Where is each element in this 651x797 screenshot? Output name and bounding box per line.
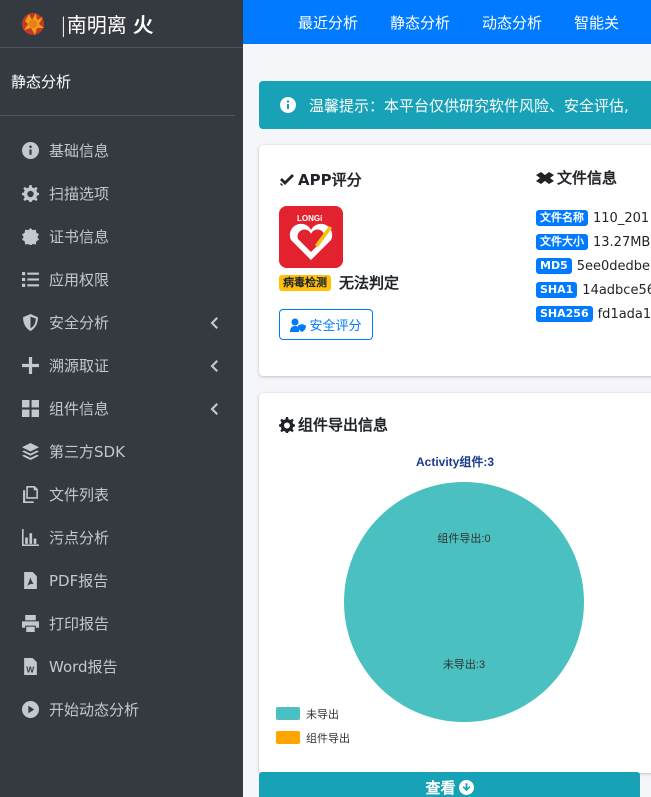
topnav-recent-analysis[interactable]: 最近分析 xyxy=(298,12,358,33)
md5-value: 5ee0dedbe7 xyxy=(576,258,651,274)
security-score-button[interactable]: 安全评分 xyxy=(279,309,373,340)
chevron-left-icon[interactable] xyxy=(209,315,219,329)
legend-swatch-2 xyxy=(276,731,300,744)
info-circle-icon xyxy=(21,142,39,160)
pie-label-exported: 组件导出:0 xyxy=(437,531,490,545)
sidebar-section-title: 静态分析 xyxy=(0,48,235,116)
notice-text: 温馨提示：本平台仅供研究软件风险、安全评估, xyxy=(309,96,629,115)
sidebar-item-label: 组件信息 xyxy=(49,400,110,418)
shield-icon xyxy=(21,314,39,332)
sidebar-item-3[interactable]: 证书信息 xyxy=(0,215,243,258)
grid-icon xyxy=(21,400,39,418)
pdf-file-icon xyxy=(21,572,39,590)
bar-chart-icon xyxy=(21,529,39,547)
sidebar-item-5[interactable]: 安全分析 xyxy=(0,301,243,344)
topnav-static-analysis[interactable]: 静态分析 xyxy=(390,12,450,33)
gear-icon xyxy=(21,185,39,203)
file-info-row: 文件大小 13.27MB xyxy=(536,234,650,250)
chevron-left-icon[interactable] xyxy=(209,401,219,415)
sidebar-item-9[interactable]: 文件列表 xyxy=(0,473,243,516)
legend-label-1: 未导出 xyxy=(306,707,339,721)
file-size-key: 文件大小 xyxy=(536,234,588,250)
pie-slice-1 xyxy=(344,482,584,722)
list-icon xyxy=(21,271,39,289)
sidebar-item-label: 溯源取证 xyxy=(49,357,110,375)
pie-label-not-exported: 未导出:3 xyxy=(443,657,485,671)
virus-verdict: 无法判定 xyxy=(339,274,400,292)
user-shield-icon xyxy=(290,318,307,332)
brand[interactable]: |南明离 火 xyxy=(0,0,243,48)
sha1-key: SHA1 xyxy=(536,282,578,298)
sidebar-item-4[interactable]: 应用权限 xyxy=(0,258,243,301)
top-navbar: 最近分析 静态分析 动态分析 智能关 xyxy=(243,0,651,44)
sidebar-item-10[interactable]: 污点分析 xyxy=(0,516,243,559)
sidebar-item-6[interactable]: 溯源取证 xyxy=(0,344,243,387)
plus-icon xyxy=(21,357,39,375)
word-file-icon: W xyxy=(21,658,39,676)
sidebar-item-label: 开始动态分析 xyxy=(49,701,140,719)
legend-label-2: 组件导出 xyxy=(306,731,350,745)
sidebar-item-2[interactable]: 扫描选项 xyxy=(0,172,243,215)
sidebar-item-label: 打印报告 xyxy=(49,615,110,633)
component-export-card: 组件导出信息 Activity组件:3 组件导出:0 未导出:3 未导出 组件导出 xyxy=(259,393,651,773)
sha256-value: fd1ada1d xyxy=(597,306,651,322)
sidebar-item-label: 证书信息 xyxy=(49,228,110,246)
svg-text:W: W xyxy=(26,664,35,674)
sidebar-item-label: 污点分析 xyxy=(49,529,110,547)
sidebar-item-11[interactable]: PDF报告 xyxy=(0,559,243,602)
sidebar-item-label: PDF报告 xyxy=(49,572,109,590)
sidebar-item-7[interactable]: 组件信息 xyxy=(0,387,243,430)
sidebar-item-13[interactable]: W Word报告 xyxy=(0,645,243,688)
view-button[interactable]: 查看 xyxy=(259,772,640,797)
brand-name: |南明离 火 xyxy=(60,13,154,37)
legend-swatch-1 xyxy=(276,707,300,720)
sidebar-item-12[interactable]: 打印报告 xyxy=(0,602,243,645)
notice-alert: 温馨提示：本平台仅供研究软件风险、安全评估, xyxy=(259,81,651,129)
sha256-key: SHA256 xyxy=(536,306,593,322)
sidebar-nav: 基础信息扫描选项证书信息应用权限安全分析溯源取证组件信息第三方SDK 文件列表污点… xyxy=(0,116,243,731)
file-info-title: 文件信息 xyxy=(536,167,617,188)
file-name-value: 110_201 xyxy=(593,210,650,226)
printer-icon xyxy=(21,615,39,633)
sidebar-item-label: 安全分析 xyxy=(49,314,110,332)
file-name-key: 文件名称 xyxy=(536,210,588,226)
file-info-row: SHA1 14adbce567 xyxy=(536,282,651,298)
sidebar-item-label: Word报告 xyxy=(49,658,118,676)
sidebar-item-14[interactable]: 开始动态分析 xyxy=(0,688,243,731)
check-double-icon xyxy=(280,173,294,186)
sidebar-item-1[interactable]: 基础信息 xyxy=(0,129,243,172)
sidebar-item-label: 扫描选项 xyxy=(49,185,110,203)
layers-icon xyxy=(21,443,39,461)
certificate-icon xyxy=(21,228,39,246)
file-info-row: 文件名称 110_201 xyxy=(536,210,649,226)
sidebar: |南明离 火 静态分析 基础信息扫描选项证书信息应用权限安全分析溯源取证组件信息… xyxy=(0,0,243,797)
sidebar-item-label: 第三方SDK xyxy=(49,443,125,461)
app-logo: LONGi xyxy=(279,206,343,268)
play-circle-icon xyxy=(21,701,39,719)
component-export-pie-chart: Activity组件:3 组件导出:0 未导出:3 未导出组件导出 xyxy=(276,454,584,745)
file-info-row: MD5 5ee0dedbe7 xyxy=(536,258,651,274)
chart-title: Activity组件:3 xyxy=(416,454,494,469)
file-size-value: 13.27MB xyxy=(593,234,651,250)
copy-icon xyxy=(21,486,39,504)
svg-text:LONGi: LONGi xyxy=(297,214,322,223)
sidebar-item-8[interactable]: 第三方SDK xyxy=(0,430,243,473)
md5-key: MD5 xyxy=(536,258,572,274)
chevron-left-icon[interactable] xyxy=(209,358,219,372)
app-score-card: APP评分 LONGi 病毒检测 无法判定 安全评分 文件信息 文件名称 110… xyxy=(259,145,651,376)
topnav-dynamic-analysis[interactable]: 动态分析 xyxy=(482,12,542,33)
box-open-icon xyxy=(536,171,554,184)
app-score-title: APP评分 xyxy=(279,169,362,190)
file-info-row: SHA256 fd1ada1d xyxy=(536,306,651,322)
dragon-logo-icon xyxy=(22,12,44,35)
sha1-value: 14adbce567 xyxy=(582,282,651,298)
topnav-smart-link[interactable]: 智能关 xyxy=(574,12,619,33)
info-circle-icon xyxy=(280,97,296,113)
sidebar-item-label: 应用权限 xyxy=(49,271,110,289)
sidebar-item-label: 基础信息 xyxy=(49,142,110,160)
sidebar-item-label: 文件列表 xyxy=(49,486,110,504)
arrow-circle-down-icon xyxy=(458,779,474,795)
virus-check-badge: 病毒检测 xyxy=(279,275,331,291)
